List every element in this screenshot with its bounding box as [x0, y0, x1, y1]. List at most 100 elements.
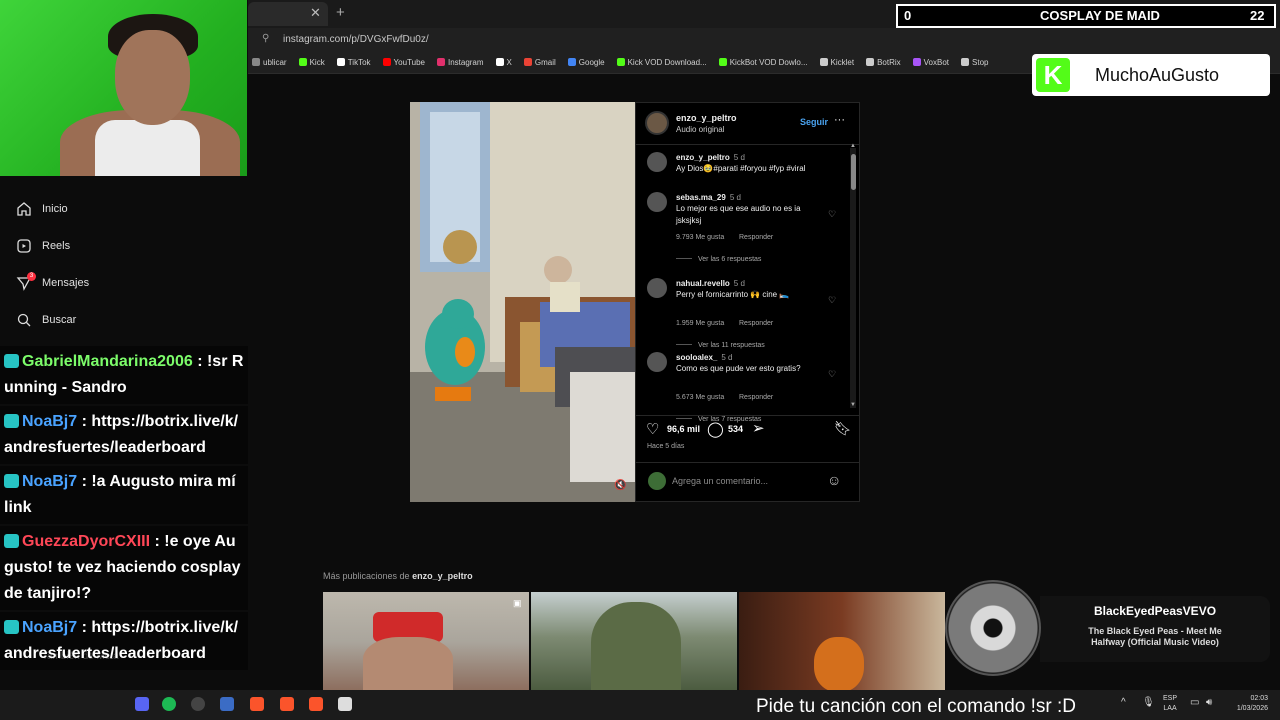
more-post-thumbnail[interactable] — [531, 592, 737, 692]
close-tab-icon[interactable]: ✕ — [310, 5, 321, 21]
microphone-icon[interactable]: 🎙︎ — [1142, 697, 1155, 708]
tray-clock[interactable]: 02:03 1/03/2026 — [1228, 694, 1268, 714]
like-icon[interactable]: ♡ — [646, 420, 659, 438]
chat-separator: : — [192, 353, 207, 370]
reply-button[interactable]: Responder — [739, 320, 773, 327]
bookmark-item[interactable]: X — [495, 58, 512, 67]
nav-item-buscar[interactable]: Buscar — [16, 312, 76, 328]
bookmark-icon[interactable]: 🔖︎ — [834, 420, 852, 437]
bookmark-item[interactable]: Instagram — [436, 58, 484, 67]
more-options-icon[interactable]: ··· — [834, 114, 845, 126]
nav-label: Reels — [42, 240, 71, 252]
brave-icon[interactable] — [309, 697, 323, 711]
post-video[interactable]: 🔇 — [410, 102, 635, 502]
share-icon[interactable]: ➢ — [752, 419, 765, 437]
comment-input[interactable] — [672, 471, 822, 491]
comment-username[interactable]: sooloalex_ 5 d — [676, 353, 732, 362]
bookmark-favicon-icon — [336, 58, 345, 66]
follow-button[interactable]: Seguir — [800, 117, 828, 127]
comment-user[interactable]: sebas.ma_29 — [676, 193, 726, 202]
bookmark-item[interactable]: ublicar — [252, 58, 287, 67]
now-playing-disc — [945, 580, 1041, 676]
divider — [636, 144, 859, 145]
more-post-thumbnail[interactable]: ▣ — [323, 592, 529, 692]
reply-button[interactable]: Responder — [739, 394, 773, 401]
comment-avatar[interactable] — [647, 278, 667, 298]
nav-item-inicio[interactable]: Inicio — [16, 201, 68, 217]
now-playing-title: The Black Eyed Peas - Meet Me Halfway (O… — [1088, 626, 1222, 647]
discord-icon[interactable] — [135, 697, 149, 711]
url-text[interactable]: instagram.com/p/DVGxFwfDu0z/ — [283, 34, 429, 45]
bookmark-label: Google — [578, 58, 605, 67]
new-tab-icon[interactable]: + — [336, 4, 345, 21]
comment-like-icon[interactable]: ♡ — [828, 295, 836, 306]
comment-likes[interactable]: 1.959 Me gusta — [676, 320, 724, 327]
audio-label[interactable]: Audio original — [676, 125, 724, 134]
bookmark-label: VoxBot — [923, 58, 950, 67]
comment-like-icon[interactable]: ♡ — [828, 369, 836, 380]
comment-avatar[interactable] — [647, 152, 667, 172]
bookmark-label: Gmail — [534, 58, 556, 67]
nav-item-reels[interactable]: Reels — [16, 238, 70, 254]
bookmark-favicon-icon — [298, 58, 307, 66]
bookmark-item[interactable]: Google — [567, 58, 605, 67]
comment-user[interactable]: enzo_y_peltro — [676, 153, 730, 162]
emoji-icon[interactable]: ☺ — [827, 472, 841, 488]
comment-user[interactable]: sooloalex_ — [676, 353, 717, 362]
more-post-thumbnail[interactable] — [739, 592, 945, 692]
comment-username[interactable]: enzo_y_peltro 5 d — [676, 153, 745, 162]
comment-user[interactable]: nahual.revello — [676, 279, 730, 288]
view-replies-button[interactable]: Ver las 6 respuestas — [676, 256, 761, 263]
bookmark-item[interactable]: Kick — [298, 58, 325, 67]
video-frame — [410, 102, 635, 502]
bookmark-item[interactable]: Kick VOD Download... — [616, 58, 707, 67]
view-replies-button[interactable]: Ver las 11 respuestas — [676, 342, 765, 349]
comment-avatar[interactable] — [647, 192, 667, 212]
scroll-down-icon[interactable]: ▼ — [850, 402, 856, 408]
comment-username[interactable]: nahual.revello 5 d — [676, 279, 745, 288]
bookmark-label: KickBot VOD Dowlo... — [729, 58, 808, 67]
comment-like-icon[interactable]: ♡ — [828, 209, 836, 220]
bookmark-item[interactable]: Gmail — [523, 58, 556, 67]
mute-icon[interactable]: 🔇 — [614, 480, 626, 491]
site-settings-icon[interactable]: ⚲ — [262, 33, 269, 44]
file-icon[interactable] — [338, 697, 352, 711]
bookmark-item[interactable]: TikTok — [336, 58, 371, 67]
tray-chevron-icon[interactable]: ^ — [1121, 697, 1126, 708]
spotify-icon[interactable] — [162, 697, 176, 711]
tray-language[interactable]: ESP LAA — [1163, 694, 1177, 714]
bookmark-item[interactable]: KickBot VOD Dowlo... — [718, 58, 808, 67]
bookmark-item[interactable]: Stop — [961, 58, 988, 67]
scrollbar-thumb[interactable] — [851, 154, 856, 190]
volume-icon[interactable]: 🔊︎ — [1206, 697, 1212, 708]
author-username[interactable]: enzo_y_peltro — [676, 113, 737, 123]
comment-time: 5 d — [729, 193, 741, 202]
chat-message: NoaBj7 : https://botrix.live/k/andresfue… — [0, 406, 248, 464]
comment-avatar[interactable] — [647, 352, 667, 372]
chat-username: NoaBj7 — [22, 619, 78, 636]
reply-button[interactable]: Responder — [739, 234, 773, 241]
bookmark-item[interactable]: YouTube — [382, 58, 425, 67]
nav-label: Mensajes — [42, 277, 90, 289]
comment-likes[interactable]: 9.793 Me gusta — [676, 234, 724, 241]
chat-separator: : — [150, 533, 165, 550]
brave-icon[interactable] — [250, 697, 264, 711]
brave-icon[interactable] — [280, 697, 294, 711]
bookmark-favicon-icon — [866, 58, 875, 66]
obs-icon[interactable] — [191, 697, 205, 711]
chat-username: NoaBj7 — [22, 413, 78, 430]
bookmark-favicon-icon — [616, 58, 625, 66]
network-icon[interactable]: ▭ — [1190, 697, 1199, 708]
bookmark-item[interactable]: VoxBot — [912, 58, 950, 67]
like-count[interactable]: 96,6 mil — [667, 424, 700, 434]
comment-likes[interactable]: 5.673 Me gusta — [676, 394, 724, 401]
bookmark-item[interactable]: BotRix — [866, 58, 901, 67]
scroll-up-icon[interactable]: ▲ — [850, 143, 856, 149]
comment-icon[interactable]: ◯ — [707, 420, 724, 438]
comment-time: 5 d — [733, 279, 745, 288]
author-avatar[interactable] — [645, 111, 669, 135]
search-icon — [17, 313, 31, 327]
app-icon[interactable] — [220, 697, 234, 711]
comment-username[interactable]: sebas.ma_29 5 d — [676, 193, 741, 202]
bookmark-item[interactable]: Kicklet — [819, 58, 854, 67]
